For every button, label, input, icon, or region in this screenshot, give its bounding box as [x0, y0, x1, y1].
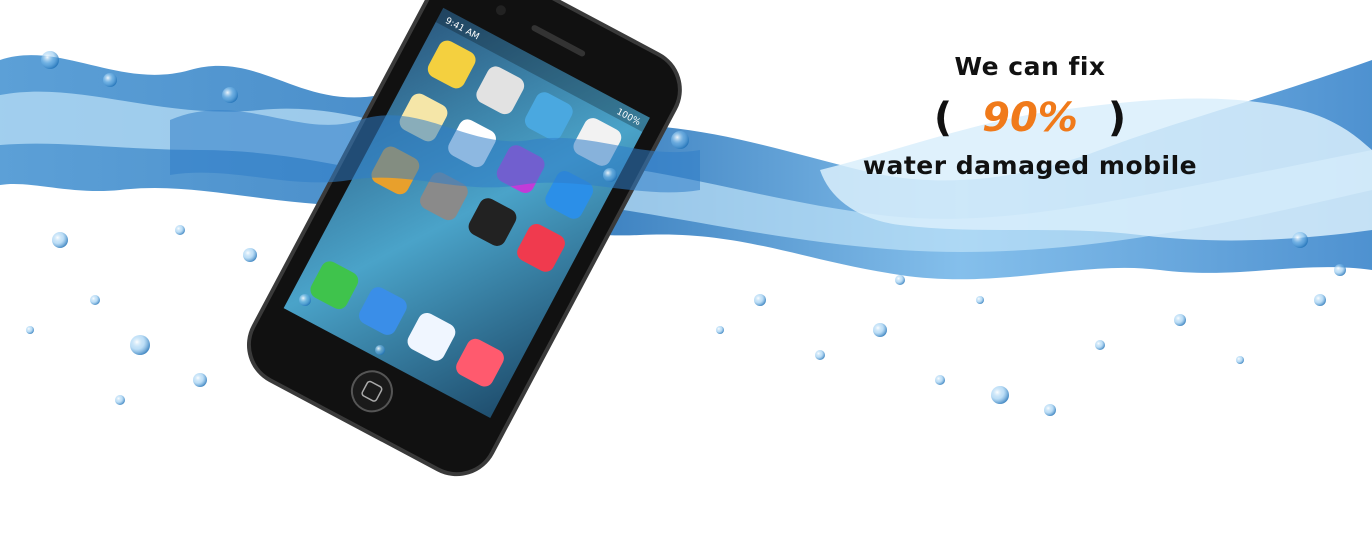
phone-device: 9:41 AM 100%	[246, 0, 682, 477]
headline-percent-row: ( 90% )	[790, 95, 1270, 141]
promo-headline: We can fix ( 90% ) water damaged mobile	[790, 52, 1270, 180]
headline-line-1: We can fix	[954, 52, 1106, 81]
headline-line-3: water damaged mobile	[862, 151, 1198, 180]
percent-value: 90%	[982, 95, 1078, 141]
banner-stage: 9:41 AM 100% We can fix (90%) water da…	[0, 0, 1372, 555]
paren-close: )	[1107, 95, 1127, 141]
paren-open: (	[933, 95, 953, 141]
